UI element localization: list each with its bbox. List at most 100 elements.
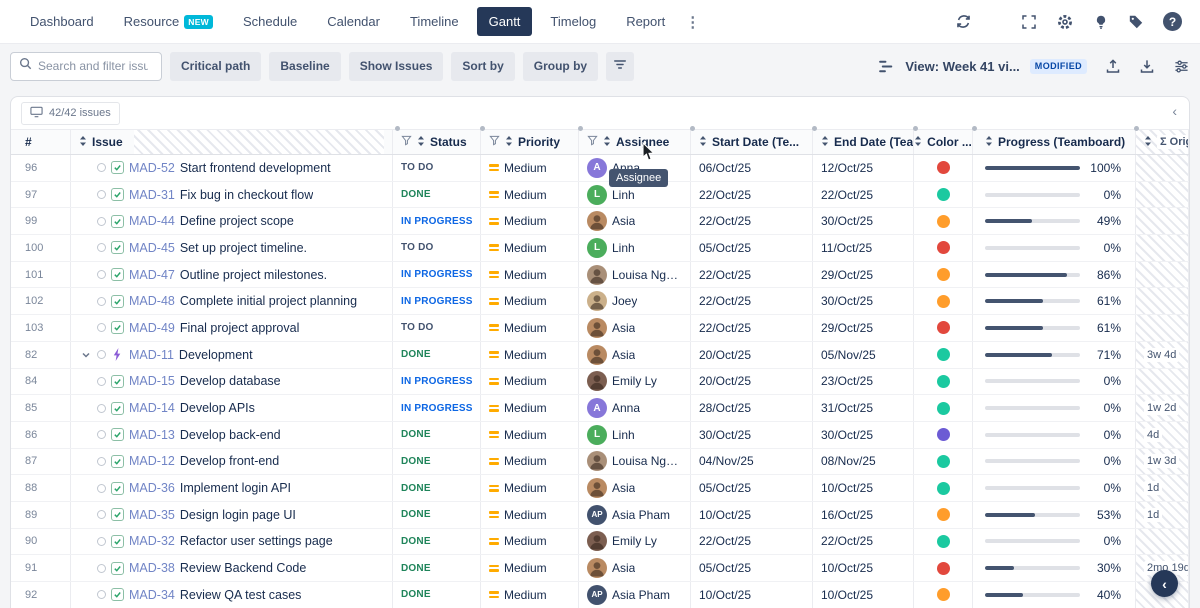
drag-handle[interactable]: [97, 377, 106, 386]
drag-handle[interactable]: [97, 510, 106, 519]
table-row[interactable]: 100MAD-45Set up project timeline.TO DOMe…: [11, 235, 1189, 262]
end-date-cell[interactable]: 10/Oct/25: [813, 475, 914, 501]
priority-cell[interactable]: Medium: [481, 315, 579, 341]
help-icon[interactable]: ?: [1163, 12, 1182, 31]
status-cell[interactable]: DONE: [393, 529, 481, 555]
table-row[interactable]: 103MAD-49Final project approvalTO DOMedi…: [11, 315, 1189, 342]
issue-key[interactable]: MAD-49: [129, 321, 175, 335]
status-cell[interactable]: TO DO: [393, 315, 481, 341]
collapse-table-button[interactable]: ‹: [1151, 570, 1178, 597]
critical-path-button[interactable]: Critical path: [170, 52, 261, 81]
priority-cell[interactable]: Medium: [481, 449, 579, 475]
issue-key[interactable]: MAD-12: [129, 454, 175, 468]
column-header-progress[interactable]: Progress (Teamboard): [973, 130, 1136, 154]
sort-by-button[interactable]: Sort by: [451, 52, 514, 81]
assignee-cell[interactable]: AAnna: [579, 395, 691, 421]
table-row[interactable]: 97MAD-31Fix bug in checkout flowDONEMedi…: [11, 182, 1189, 209]
color-cell[interactable]: [914, 449, 973, 475]
table-row[interactable]: 85MAD-14Develop APIsIN PROGRESSMediumAAn…: [11, 395, 1189, 422]
table-row[interactable]: 102MAD-48Complete initial project planni…: [11, 288, 1189, 315]
start-date-cell[interactable]: 22/Oct/25: [691, 288, 813, 314]
expand-chevron-icon[interactable]: [79, 350, 92, 360]
sort-icon[interactable]: [1144, 135, 1152, 150]
assignee-cell[interactable]: Emily Ly: [579, 369, 691, 395]
baseline-button[interactable]: Baseline: [269, 52, 340, 81]
column-resize-handle[interactable]: [972, 126, 977, 131]
color-cell[interactable]: [914, 342, 973, 368]
start-date-cell[interactable]: 22/Oct/25: [691, 262, 813, 288]
panel-collapse-icon[interactable]: ‹: [1172, 104, 1177, 118]
issue-key[interactable]: MAD-52: [129, 161, 175, 175]
color-cell[interactable]: [914, 155, 973, 181]
issue-key[interactable]: MAD-35: [129, 508, 175, 522]
column-resize-handle[interactable]: [480, 126, 485, 131]
end-date-cell[interactable]: 29/Oct/25: [813, 262, 914, 288]
filter-funnel-icon[interactable]: [587, 135, 598, 149]
column-resize-handle[interactable]: [690, 126, 695, 131]
table-row[interactable]: 86MAD-13Develop back-endDONEMediumLLinh3…: [11, 422, 1189, 449]
end-date-cell[interactable]: 11/Oct/25: [813, 235, 914, 261]
start-date-cell[interactable]: 05/Oct/25: [691, 235, 813, 261]
sort-icon[interactable]: [417, 135, 425, 150]
status-cell[interactable]: DONE: [393, 449, 481, 475]
issue-key[interactable]: MAD-45: [129, 241, 175, 255]
assignee-cell[interactable]: Asia: [579, 208, 691, 234]
sort-icon[interactable]: [821, 135, 829, 150]
priority-cell[interactable]: Medium: [481, 288, 579, 314]
sort-icon[interactable]: [699, 135, 707, 150]
assignee-cell[interactable]: APAsia Pham: [579, 582, 691, 608]
start-date-cell[interactable]: 28/Oct/25: [691, 395, 813, 421]
column-resize-handle[interactable]: [1134, 126, 1139, 131]
view-selector[interactable]: View: Week 41 vi...: [905, 59, 1019, 74]
status-cell[interactable]: TO DO: [393, 155, 481, 181]
start-date-cell[interactable]: 05/Oct/25: [691, 555, 813, 581]
column-header-num[interactable]: #: [11, 130, 71, 154]
color-cell[interactable]: [914, 288, 973, 314]
end-date-cell[interactable]: 05/Nov/25: [813, 342, 914, 368]
nav-item-report[interactable]: Report: [614, 7, 677, 36]
column-header-status[interactable]: Status: [393, 130, 481, 154]
column-settings-icon[interactable]: [1173, 59, 1190, 74]
priority-cell[interactable]: Medium: [481, 502, 579, 528]
issue-key[interactable]: MAD-13: [129, 428, 175, 442]
priority-cell[interactable]: Medium: [481, 342, 579, 368]
end-date-cell[interactable]: 30/Oct/25: [813, 422, 914, 448]
color-cell[interactable]: [914, 555, 973, 581]
assignee-cell[interactable]: LLinh: [579, 422, 691, 448]
drag-handle[interactable]: [97, 564, 106, 573]
filter-funnel-button[interactable]: [606, 52, 634, 81]
filter-funnel-icon[interactable]: [401, 135, 412, 149]
issue-key[interactable]: MAD-14: [129, 401, 175, 415]
status-cell[interactable]: IN PROGRESS: [393, 208, 481, 234]
status-cell[interactable]: DONE: [393, 502, 481, 528]
column-header-start-date[interactable]: Start Date (Te...: [691, 130, 813, 154]
sync-icon[interactable]: [955, 13, 972, 30]
nav-more-button[interactable]: ⋮: [677, 9, 708, 35]
group-by-button[interactable]: Group by: [523, 52, 598, 81]
end-date-cell[interactable]: 10/Oct/25: [813, 582, 914, 608]
drag-handle[interactable]: [97, 430, 106, 439]
table-row[interactable]: 99MAD-44Define project scopeIN PROGRESSM…: [11, 208, 1189, 235]
table-row[interactable]: 82MAD-11DevelopmentDONEMediumAsia20/Oct/…: [11, 342, 1189, 369]
end-date-cell[interactable]: 10/Oct/25: [813, 555, 914, 581]
drag-handle[interactable]: [97, 590, 106, 599]
start-date-cell[interactable]: 06/Oct/25: [691, 155, 813, 181]
issue-key[interactable]: MAD-15: [129, 374, 175, 388]
settings-gear-icon[interactable]: [1056, 13, 1074, 31]
status-cell[interactable]: DONE: [393, 342, 481, 368]
start-date-cell[interactable]: 10/Oct/25: [691, 502, 813, 528]
table-row[interactable]: 92MAD-34Review QA test casesDONEMediumAP…: [11, 582, 1189, 608]
status-cell[interactable]: DONE: [393, 555, 481, 581]
drag-handle[interactable]: [97, 537, 106, 546]
table-row[interactable]: 84MAD-15Develop databaseIN PROGRESSMediu…: [11, 369, 1189, 396]
end-date-cell[interactable]: 22/Oct/25: [813, 182, 914, 208]
start-date-cell[interactable]: 22/Oct/25: [691, 182, 813, 208]
assignee-cell[interactable]: LLinh: [579, 235, 691, 261]
sort-icon[interactable]: [603, 135, 611, 150]
table-row[interactable]: 91MAD-38Review Backend CodeDONEMediumAsi…: [11, 555, 1189, 582]
nav-item-calendar[interactable]: Calendar: [315, 7, 392, 36]
sort-icon[interactable]: [505, 135, 513, 150]
nav-item-resource[interactable]: ResourceNEW: [112, 7, 225, 36]
start-date-cell[interactable]: 10/Oct/25: [691, 582, 813, 608]
end-date-cell[interactable]: 30/Oct/25: [813, 208, 914, 234]
